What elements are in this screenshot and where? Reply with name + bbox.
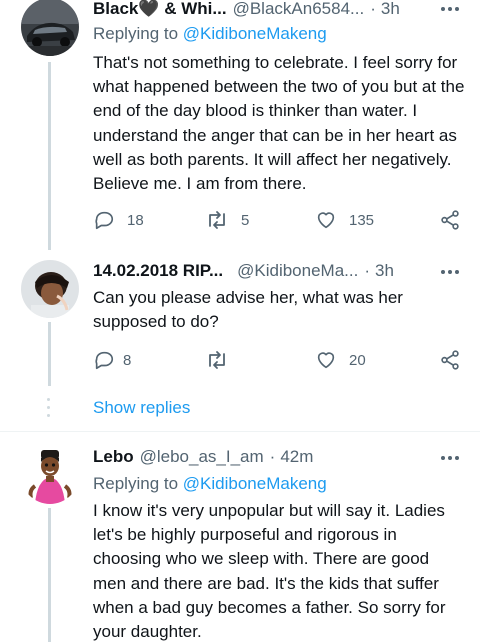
- mention-link[interactable]: @KidiboneMakeng: [183, 474, 327, 493]
- separator-dot: ·: [364, 261, 371, 280]
- more-options-icon[interactable]: [440, 448, 460, 468]
- more-options-icon[interactable]: [440, 262, 460, 282]
- like-button[interactable]: 20: [315, 348, 366, 372]
- replying-to: Replying to @KidiboneMakeng: [93, 24, 327, 44]
- display-name[interactable]: Black🖤 & Whi...: [93, 0, 227, 19]
- thread-line: [48, 62, 51, 250]
- mention-link[interactable]: @KidiboneMakeng: [183, 24, 327, 43]
- user-handle[interactable]: @lebo_as_I_am: [140, 447, 264, 467]
- tweet-actions: 8 20: [93, 348, 463, 372]
- like-count: 20: [349, 351, 366, 369]
- retweet-count: 5: [241, 211, 250, 229]
- user-handle[interactable]: @BlackAn6584...: [233, 0, 365, 19]
- retweet-icon: [209, 351, 225, 369]
- reply-icon: [95, 351, 114, 370]
- avatar[interactable]: [21, 260, 79, 318]
- share-button[interactable]: [439, 208, 461, 232]
- separator-dot: ·: [269, 447, 276, 466]
- timestamp[interactable]: 3h: [375, 261, 394, 281]
- retweet-button[interactable]: 5: [205, 208, 249, 232]
- heart-icon: [317, 212, 335, 229]
- tweet-header: 14.02.2018 RIP... @KidiboneMa... · 3h: [93, 259, 480, 283]
- tweet-actions: 18 5 135: [93, 208, 463, 232]
- separator-dot: ·: [370, 0, 376, 18]
- retweet-button[interactable]: [205, 348, 241, 372]
- show-replies-link[interactable]: Show replies: [93, 398, 190, 418]
- thread-line: [48, 508, 51, 642]
- tweet-header: Black🖤 & Whi... @BlackAn6584... · 3h: [93, 0, 480, 21]
- thread-line: [48, 322, 51, 386]
- tweet-2[interactable]: 14.02.2018 RIP... @KidiboneMa... · 3h Ca…: [0, 250, 480, 395]
- heart-icon: [317, 352, 335, 369]
- replying-prefix: Replying to: [93, 474, 179, 493]
- like-count: 135: [349, 211, 375, 229]
- user-handle[interactable]: @KidiboneMa...: [237, 261, 358, 281]
- display-name[interactable]: 14.02.2018 RIP...: [93, 261, 223, 281]
- timestamp[interactable]: 3h: [381, 0, 400, 19]
- share-icon: [441, 350, 459, 370]
- replying-to: Replying to @KidiboneMakeng: [93, 474, 327, 494]
- more-options-icon[interactable]: [440, 0, 460, 19]
- tweet-3[interactable]: Lebo @lebo_as_I_am · 42m Replying to @Ki…: [0, 432, 480, 642]
- reply-count: 18: [127, 211, 144, 229]
- tweet-1[interactable]: Black🖤 & Whi... @BlackAn6584... · 3h Rep…: [0, 0, 480, 250]
- more-replies-dots: [47, 398, 51, 420]
- avatar[interactable]: [21, 0, 79, 56]
- reply-button[interactable]: 8: [93, 348, 131, 372]
- like-button[interactable]: 135: [315, 208, 374, 232]
- timestamp[interactable]: 42m: [280, 447, 313, 467]
- tweet-text: I know it's very unpopular but will say …: [93, 501, 446, 642]
- tweet-header: Lebo @lebo_as_I_am · 42m: [93, 445, 480, 469]
- replying-prefix: Replying to: [93, 24, 179, 43]
- reply-count: 8: [123, 351, 132, 369]
- reply-button[interactable]: 18: [93, 208, 144, 232]
- tweet-text: That's not something to celebrate. I fee…: [93, 53, 465, 194]
- display-name[interactable]: Lebo: [93, 447, 134, 467]
- tweet-text: Can you please advise her, what was her …: [93, 288, 403, 332]
- share-button[interactable]: [439, 348, 461, 372]
- reply-icon: [95, 211, 114, 230]
- retweet-icon: [209, 211, 225, 229]
- avatar[interactable]: [21, 446, 79, 504]
- share-icon: [441, 210, 459, 230]
